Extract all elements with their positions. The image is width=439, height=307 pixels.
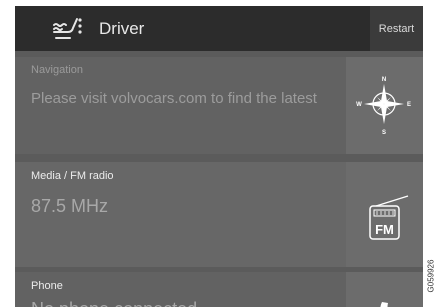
phone-content: Phone No phone connected — [15, 272, 344, 307]
media-title: Media / FM radio — [31, 170, 114, 182]
phone-icon-panel[interactable] — [346, 272, 423, 307]
phone-tile[interactable]: Phone No phone connected — [15, 272, 423, 307]
center-display: Driver Restart Navigation Please visit v… — [15, 6, 423, 307]
compass-west-label: W — [356, 102, 362, 108]
navigation-icon-panel[interactable]: N S W E — [346, 57, 423, 154]
navigation-message: Please visit volvocars.com to find the l… — [31, 90, 317, 107]
navigation-tile[interactable]: Navigation Please visit volvocars.com to… — [15, 57, 423, 154]
driver-profile-name[interactable]: Driver — [99, 19, 144, 39]
phone-icon — [380, 302, 388, 307]
navigation-title: Navigation — [31, 64, 83, 76]
phone-title: Phone — [31, 280, 63, 292]
compass-rose-icon: N S W E — [356, 77, 411, 136]
figure-code-text: G059926 — [426, 259, 436, 293]
restart-button[interactable]: Restart — [370, 6, 423, 51]
fm-icon-label: FM — [375, 222, 394, 237]
status-bar: Driver Restart — [15, 6, 423, 51]
navigation-content: Navigation Please visit volvocars.com to… — [15, 57, 344, 154]
phone-status: No phone connected — [31, 299, 197, 307]
fm-radio-icon: FM — [369, 195, 409, 240]
media-content: Media / FM radio 87.5 MHz — [15, 162, 344, 267]
media-icon-panel[interactable]: FM — [346, 162, 423, 267]
media-tile[interactable]: Media / FM radio 87.5 MHz FM — [15, 162, 423, 267]
compass-north-label: N — [382, 77, 386, 83]
compass-south-label: S — [382, 130, 386, 136]
radio-frequency: 87.5 MHz — [31, 196, 109, 216]
compass-east-label: E — [407, 102, 411, 108]
figure-code: G059926 — [424, 250, 438, 302]
seat-settings-icon[interactable] — [50, 16, 86, 44]
